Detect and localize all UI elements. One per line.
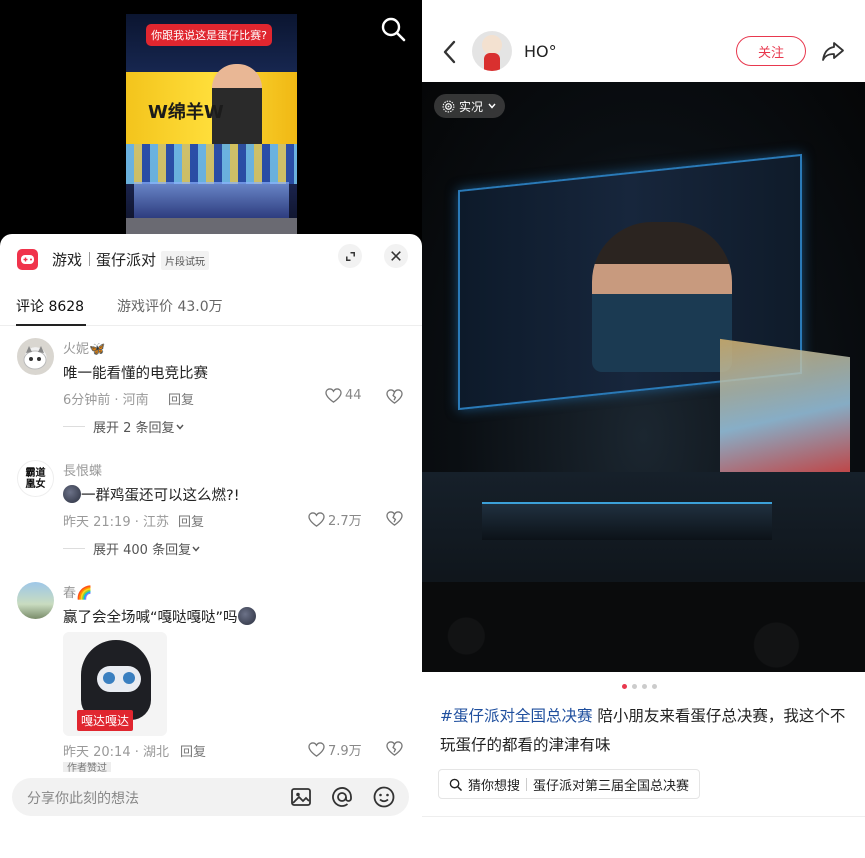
broken-heart-icon[interactable]: [386, 389, 403, 404]
comment-text[interactable]: 赢了会全场喊“嘎哒嘎哒”吗: [63, 606, 256, 627]
screen-player-figure: [592, 222, 732, 372]
arena-player-desk: [482, 502, 772, 540]
guess-query: 蛋仔派对第三届全国总决赛: [533, 778, 690, 794]
guess-search-chip[interactable]: 猜你想搜 蛋仔派对第三届全国总决赛: [438, 769, 701, 799]
game-name[interactable]: 蛋仔派对: [96, 249, 156, 270]
chevron-down-icon: [192, 546, 200, 552]
chevron-down-icon: [488, 103, 496, 109]
expand-icon[interactable]: [338, 244, 362, 268]
search-icon: [449, 778, 462, 791]
expand-replies-button[interactable]: 展开 400 条回复: [63, 539, 201, 558]
caption-hashtag[interactable]: #蛋仔派对全国总决赛: [440, 707, 593, 725]
comment-username[interactable]: 長恨蝶: [63, 460, 102, 479]
heart-icon: [308, 742, 325, 757]
like-count: 7.9万: [328, 744, 362, 759]
video-banner: 你跟我说这是蛋仔比赛?: [146, 24, 272, 46]
carousel-dot[interactable]: [622, 684, 627, 689]
share-icon[interactable]: [820, 38, 846, 64]
comment-time-location: 6分钟前 · 河南: [63, 393, 149, 408]
expand-replies-button[interactable]: 展开 2 条回复: [63, 417, 185, 436]
comment-time-location: 昨天 20:14 · 湖北: [63, 745, 169, 760]
avatar[interactable]: [17, 338, 54, 375]
video-screen-text: W绵羊W: [148, 102, 224, 123]
reply-button[interactable]: 回复: [168, 389, 194, 408]
left-panel: W绵羊W 你跟我说这是蛋仔比赛? 游戏 蛋仔派对 片段试玩 评论 8628 游戏…: [0, 0, 422, 858]
image-icon[interactable]: [289, 785, 313, 809]
trial-tag[interactable]: 片段试玩: [161, 251, 209, 270]
broken-heart-icon[interactable]: [386, 741, 403, 756]
carousel-dot[interactable]: [642, 684, 647, 689]
tab-game-reviews[interactable]: 游戏评价 43.0万: [117, 296, 223, 316]
broken-heart-icon[interactable]: [386, 511, 403, 526]
sheet-header: 游戏 蛋仔派对 片段试玩: [0, 234, 422, 284]
expand-replies-label: 展开 400 条回复: [93, 543, 192, 558]
post-header: HO° 关注: [422, 0, 865, 82]
live-photo-icon: [442, 100, 455, 112]
carousel-dot[interactable]: [632, 684, 637, 689]
reply-button[interactable]: 回复: [180, 741, 206, 760]
sticker-eye: [123, 672, 135, 684]
live-photo-badge[interactable]: 实况: [434, 94, 506, 118]
sticker-eye: [103, 672, 115, 684]
carousel-dot[interactable]: [652, 684, 657, 689]
comment-tabs: 评论 8628 游戏评价 43.0万: [0, 292, 422, 326]
like-count: 44: [345, 388, 362, 403]
comment-time-location: 昨天 21:19 · 江苏: [63, 515, 169, 530]
comment-username[interactable]: 火妮🦋: [63, 338, 105, 357]
comment-sheet: 游戏 蛋仔派对 片段试玩 评论 8628 游戏评价 43.0万 火妮🦋 唯一能看…: [0, 234, 422, 858]
avatar[interactable]: [472, 31, 512, 71]
comment-text[interactable]: 唯一能看懂的电竞比赛: [63, 362, 208, 383]
video-stage-floor: [134, 182, 289, 218]
expand-line: [63, 426, 85, 427]
arena-crowd: [422, 582, 865, 672]
game-controller-icon: [17, 249, 38, 270]
guess-label: 猜你想搜: [468, 778, 521, 794]
tab-comments[interactable]: 评论 8628: [16, 296, 84, 316]
comment-username[interactable]: 春🌈: [63, 582, 92, 601]
comment-text-body: 赢了会全场喊“嘎哒嘎哒”吗: [63, 610, 238, 626]
avatar-figure: [484, 53, 500, 71]
avatar[interactable]: [17, 582, 54, 619]
post-caption: #蛋仔派对全国总决赛 陪小朋友来看蛋仔总决赛，我这个不玩蛋仔的都看的津津有味: [440, 702, 850, 760]
author-username[interactable]: HO°: [524, 42, 557, 61]
author-liked-badge: 作者赞过: [63, 762, 111, 772]
close-icon[interactable]: [384, 244, 408, 268]
comment-input-placeholder: 分享你此刻的想法: [27, 791, 139, 807]
comment-text[interactable]: 一群鸡蛋还可以这么燃?!: [63, 484, 240, 505]
avatar[interactable]: 霸道凰女: [17, 460, 54, 497]
reply-button[interactable]: 回复: [178, 511, 204, 530]
video-stage-lights: [126, 144, 297, 184]
expand-replies-label: 展开 2 条回复: [93, 421, 175, 436]
section-divider: [422, 816, 865, 817]
avatar-text: 霸道凰女: [25, 467, 46, 490]
chevron-down-icon: [176, 424, 184, 430]
comment-sticker-image[interactable]: 嘎达嘎达: [63, 632, 167, 736]
like-button[interactable]: 2.7万: [308, 510, 362, 529]
post-photo[interactable]: 实况: [422, 82, 865, 672]
comment-input[interactable]: 分享你此刻的想法: [12, 778, 409, 816]
live-photo-label: 实况: [459, 99, 484, 114]
like-button[interactable]: 44: [325, 388, 362, 403]
video-player[interactable]: W绵羊W 你跟我说这是蛋仔比赛?: [126, 14, 297, 236]
sticker-label: 嘎达嘎达: [77, 710, 134, 731]
emoji-icon[interactable]: [372, 785, 396, 809]
emoji-sticker-icon: [237, 607, 256, 625]
heart-icon: [308, 512, 325, 527]
carousel-dots: [622, 684, 657, 689]
header-divider: [89, 252, 90, 266]
comment-text-body: 一群鸡蛋还可以这么燃?!: [81, 488, 240, 504]
back-icon[interactable]: [440, 38, 460, 66]
like-count: 2.7万: [328, 514, 362, 529]
active-tab-indicator: [16, 324, 86, 326]
like-button[interactable]: 7.9万: [308, 740, 362, 759]
at-icon[interactable]: [330, 785, 354, 809]
follow-button[interactable]: 关注: [736, 36, 806, 66]
expand-line: [63, 548, 85, 549]
heart-icon: [325, 388, 342, 403]
right-panel: HO° 关注 实况 #蛋仔派对全国总决赛 陪小朋友来看蛋仔总决赛，我这个不玩蛋仔…: [422, 0, 865, 858]
game-category[interactable]: 游戏: [52, 249, 82, 270]
guess-divider: [526, 777, 528, 791]
emoji-sticker-icon: [63, 485, 81, 503]
search-icon[interactable]: [380, 16, 406, 42]
